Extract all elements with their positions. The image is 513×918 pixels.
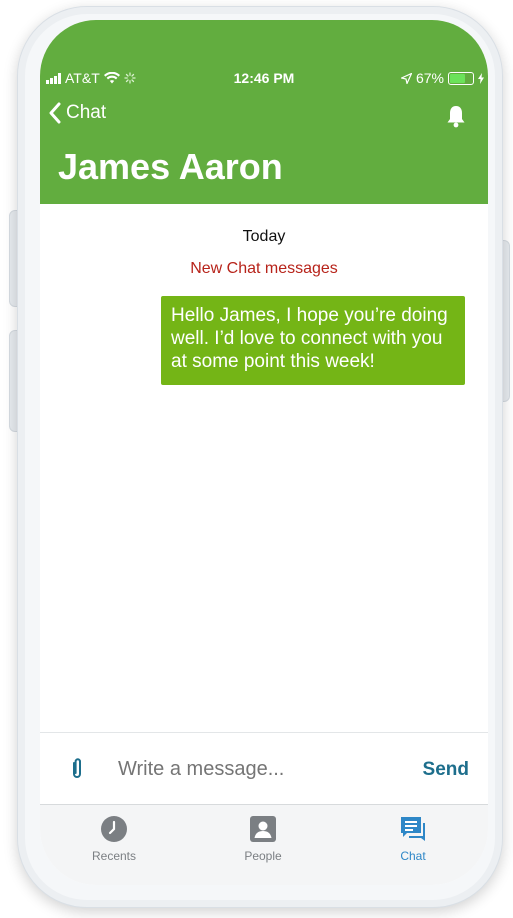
notifications-button[interactable]: [446, 104, 466, 133]
chat-header: AT&T 12:46 PM 67% Chat James Aaron: [40, 20, 488, 204]
message-input[interactable]: [118, 758, 378, 781]
bell-icon: [447, 106, 465, 128]
tab-people[interactable]: People: [213, 815, 313, 863]
back-button-label: Chat: [66, 102, 107, 123]
date-divider: Today: [242, 228, 286, 245]
clock-icon: [101, 816, 127, 842]
chat-icon: [401, 817, 425, 841]
back-button[interactable]: Chat: [48, 102, 106, 124]
outgoing-message-bubble[interactable]: Hello James, I hope you’re doing well. I…: [161, 296, 465, 385]
charging-bolt-icon: [478, 72, 484, 84]
nav-bar: Chat: [48, 102, 480, 130]
status-bar: AT&T 12:46 PM 67%: [40, 70, 488, 90]
person-icon: [250, 816, 276, 842]
battery-icon: [448, 71, 474, 85]
tab-chat[interactable]: Chat: [363, 815, 463, 863]
send-button[interactable]: Send: [423, 759, 469, 781]
phone-screen: AT&T 12:46 PM 67% Chat James Aaron Today…: [40, 20, 488, 885]
new-messages-label: New Chat messages: [190, 260, 338, 277]
battery-percent-label: 67%: [415, 70, 444, 86]
message-composer: Send: [40, 732, 488, 805]
tab-people-label: People: [244, 849, 282, 863]
tab-recents[interactable]: Recents: [64, 815, 164, 863]
location-arrow-icon: [400, 72, 412, 84]
tab-bar: Recents People Chat: [40, 804, 488, 885]
chevron-left-icon: [49, 102, 61, 124]
tab-recents-label: Recents: [91, 849, 137, 863]
message-list[interactable]: Today New Chat messages Hello James, I h…: [40, 204, 488, 732]
paperclip-icon: [73, 758, 81, 778]
tab-chat-label: Chat: [400, 849, 426, 863]
contact-name-title: James Aaron: [58, 146, 283, 187]
attach-button[interactable]: [70, 757, 84, 786]
